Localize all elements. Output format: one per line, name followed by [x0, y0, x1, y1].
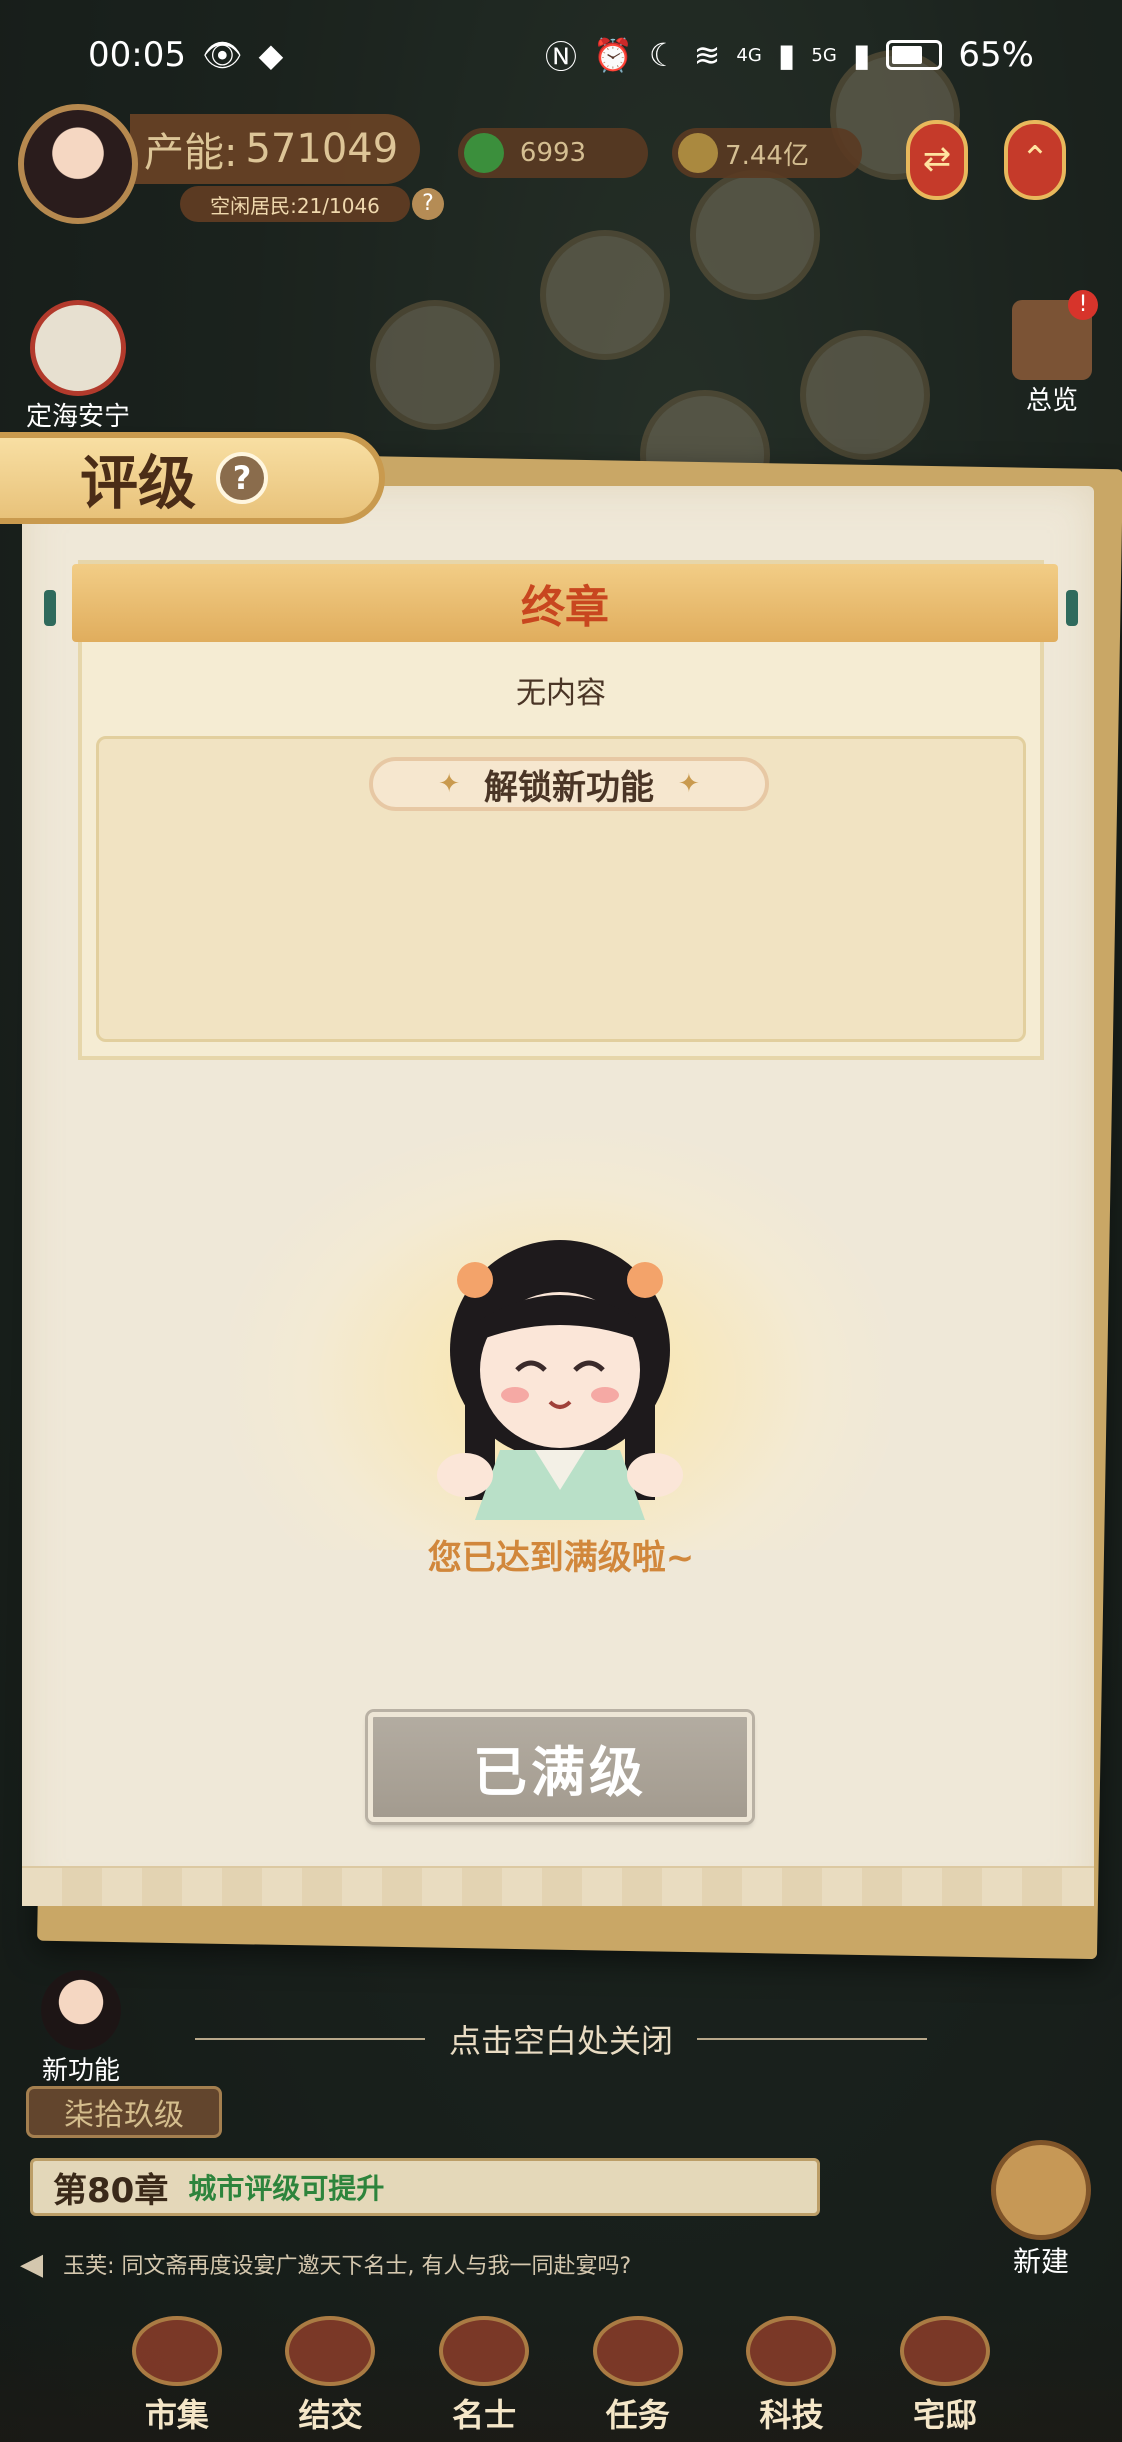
- jade-value: 6993: [519, 138, 587, 168]
- nav-market[interactable]: 市集: [122, 2316, 232, 2436]
- divider: [697, 2038, 927, 2040]
- alert-badge: !: [1068, 290, 1098, 320]
- chapter-panel: 终章 无内容 ✦ 解锁新功能 ✦: [44, 560, 1078, 1060]
- production-label: 产能:: [144, 130, 238, 176]
- bottom-nav: 市集 结交 名士 任务 科技 宅邸: [0, 2310, 1122, 2442]
- nav-label: 市集: [144, 2396, 209, 2434]
- copper-resource[interactable]: 7.44亿: [672, 128, 862, 178]
- new-build-button[interactable]: 新建: [986, 2140, 1096, 2280]
- jade-icon: [464, 133, 504, 173]
- modal-title: 评级: [80, 449, 197, 517]
- scroll-end: [44, 590, 56, 626]
- unlock-ribbon: ✦ 解锁新功能 ✦: [369, 757, 769, 811]
- event-ding-hai[interactable]: 定海安宁: [18, 300, 138, 433]
- battery-icon: [886, 40, 943, 70]
- player-avatar[interactable]: [18, 104, 138, 224]
- maxed-message: 您已达到满级啦~: [427, 1538, 695, 1578]
- sparkle-icon: ✦: [438, 769, 460, 799]
- nav-label: 宅邸: [913, 2396, 978, 2434]
- no-content-text: 无内容: [516, 676, 606, 711]
- modal-border: [22, 1866, 1094, 1906]
- nav-label: 结交: [298, 2396, 363, 2434]
- copper-coin-icon: [678, 133, 718, 173]
- alarm-icon: ⏰: [593, 36, 633, 74]
- eye-icon: 👁: [201, 36, 243, 74]
- unlock-features-box: ✦ 解锁新功能 ✦: [96, 736, 1026, 1042]
- nav-label: 任务: [605, 2396, 670, 2434]
- wifi-icon: ≋: [693, 36, 721, 74]
- event-label: 定海安宁: [25, 402, 130, 432]
- new-feature-label: 新功能: [41, 2056, 120, 2086]
- scholar-icon: [439, 2316, 530, 2386]
- speaker-icon: ◀: [20, 2246, 44, 2282]
- idle-residents: 空闲居民:21/1046: [180, 186, 410, 222]
- nav-mansion[interactable]: 宅邸: [890, 2316, 1000, 2436]
- maxed-button[interactable]: 已满级: [368, 1712, 752, 1822]
- overview-icon: !: [1012, 290, 1098, 380]
- production-value: 571049: [245, 126, 399, 172]
- city-level-tag[interactable]: 柒拾玖级: [26, 2086, 222, 2138]
- help-icon[interactable]: ?: [216, 452, 269, 504]
- status-bar: 00:05 👁 ◆ Ⓝ ⏰ ☾ ≋ 4G ▮ 5G ▮ 65%: [0, 0, 1122, 110]
- mansion-icon: [900, 2316, 991, 2386]
- chapter-tip: 城市评级可提升: [188, 2172, 385, 2205]
- chapter-progress-bar[interactable]: 第80章 城市评级可提升: [30, 2158, 820, 2216]
- nav-label: 名士: [452, 2396, 517, 2434]
- jade-resource[interactable]: 6993: [458, 128, 648, 178]
- market-icon: [131, 2316, 222, 2386]
- scroll-icon: [592, 2316, 683, 2386]
- event-icon: [30, 300, 126, 396]
- network-label: 5G: [811, 44, 837, 66]
- new-feature-button[interactable]: 新功能: [26, 1970, 136, 2087]
- top-hud: 产能: 571049 空闲居民:21/1046 ? 6993 7.44亿 ⇄ ⌃: [0, 100, 1122, 230]
- close-hint: 点击空白处关闭: [0, 2016, 1122, 2062]
- cards-icon: [285, 2316, 376, 2386]
- nav-label: 科技: [759, 2396, 824, 2434]
- new-feature-icon: [41, 1970, 121, 2050]
- signal-icon: ▮: [852, 36, 871, 74]
- sparkle-icon: ✦: [678, 769, 700, 799]
- help-icon[interactable]: ?: [412, 188, 444, 220]
- divider: [194, 2038, 425, 2040]
- lantern-upgrade-icon[interactable]: ⌃: [1004, 120, 1066, 200]
- production-pill: 产能: 571049: [130, 114, 420, 184]
- unlock-heading: 解锁新功能: [484, 767, 654, 808]
- moon-icon: ☾: [648, 36, 678, 74]
- new-build-label: 新建: [1012, 2245, 1069, 2278]
- overview-label: 总览: [1025, 386, 1078, 416]
- overview-button[interactable]: ! 总览: [1002, 290, 1102, 417]
- signal-icon: ▮: [777, 36, 796, 74]
- close-hint-text: 点击空白处关闭: [448, 2022, 673, 2060]
- chat-bar[interactable]: ◀ 玉芙: 同文斋再度设宴广邀天下名士, 有人与我一同赴宴吗?: [20, 2238, 820, 2290]
- network-label: 4G: [736, 44, 762, 66]
- chapter-number: 第80章: [53, 2170, 169, 2211]
- tech-icon: [746, 2316, 837, 2386]
- scroll-end: [1066, 590, 1078, 626]
- nav-tech[interactable]: 科技: [736, 2316, 846, 2436]
- battery-percent: 65%: [958, 35, 1034, 75]
- qq-icon: ◆: [258, 36, 284, 74]
- nfc-icon: Ⓝ: [545, 38, 578, 76]
- status-time: 00:05: [88, 35, 186, 75]
- chapter-title: 终章: [72, 564, 1058, 642]
- modal-title-tab: 评级 ?: [0, 432, 385, 524]
- building-icon: [991, 2140, 1091, 2240]
- lantern-exchange-icon[interactable]: ⇄: [906, 120, 968, 200]
- copper-value: 7.44亿: [725, 140, 809, 171]
- nav-celebrities[interactable]: 名士: [429, 2316, 539, 2436]
- nav-friends[interactable]: 结交: [275, 2316, 385, 2436]
- nav-tasks[interactable]: 任务: [583, 2316, 693, 2436]
- chat-message: 玉芙: 同文斋再度设宴广邀天下名士, 有人与我一同赴宴吗?: [63, 2254, 632, 2279]
- mascot-girl-illustration: [437, 1240, 683, 1520]
